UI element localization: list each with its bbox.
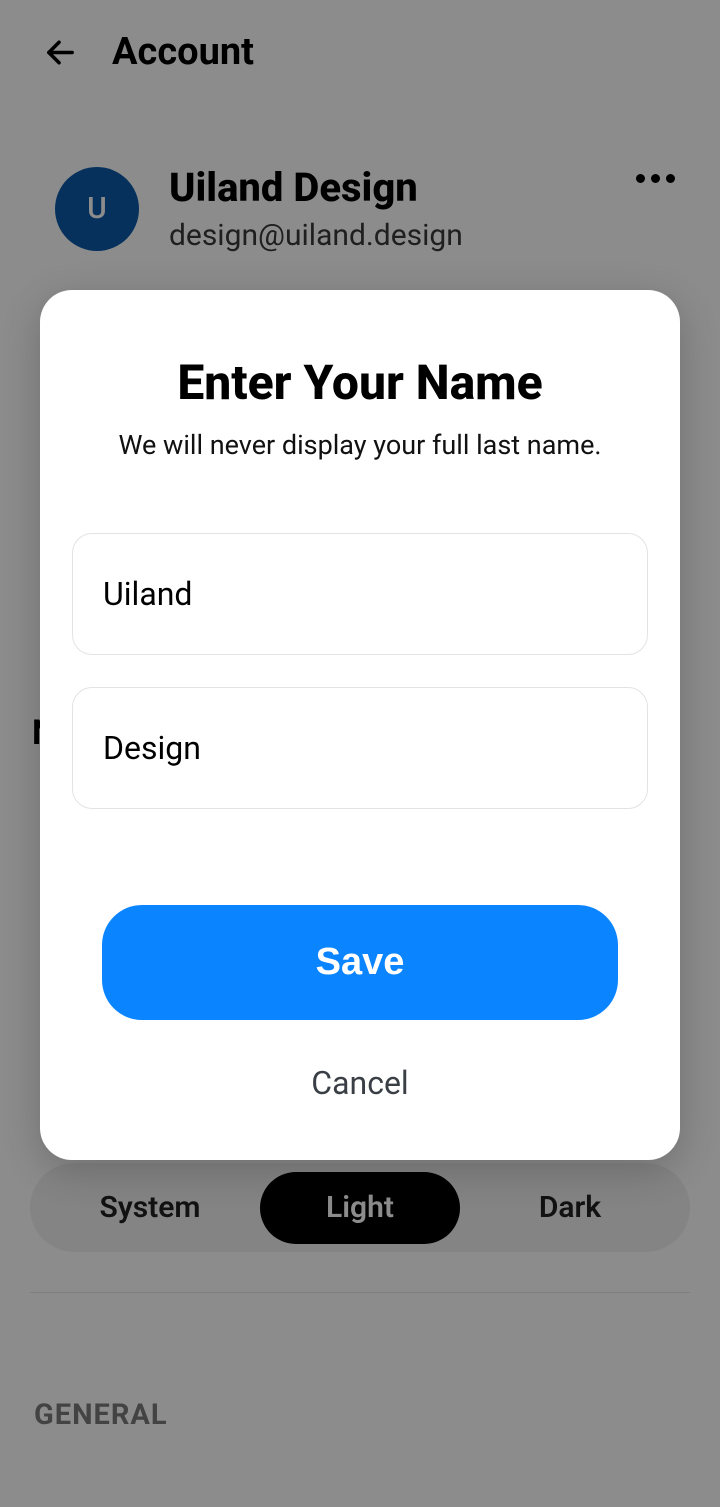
last-name-input[interactable] bbox=[72, 687, 648, 809]
cancel-button[interactable]: Cancel bbox=[72, 1064, 648, 1102]
modal-inputs bbox=[72, 533, 648, 809]
enter-name-modal: Enter Your Name We will never display yo… bbox=[40, 290, 680, 1160]
save-button[interactable]: Save bbox=[102, 905, 618, 1020]
first-name-input[interactable] bbox=[72, 533, 648, 655]
modal-subtitle: We will never display your full last nam… bbox=[72, 429, 648, 461]
modal-title: Enter Your Name bbox=[72, 354, 648, 411]
